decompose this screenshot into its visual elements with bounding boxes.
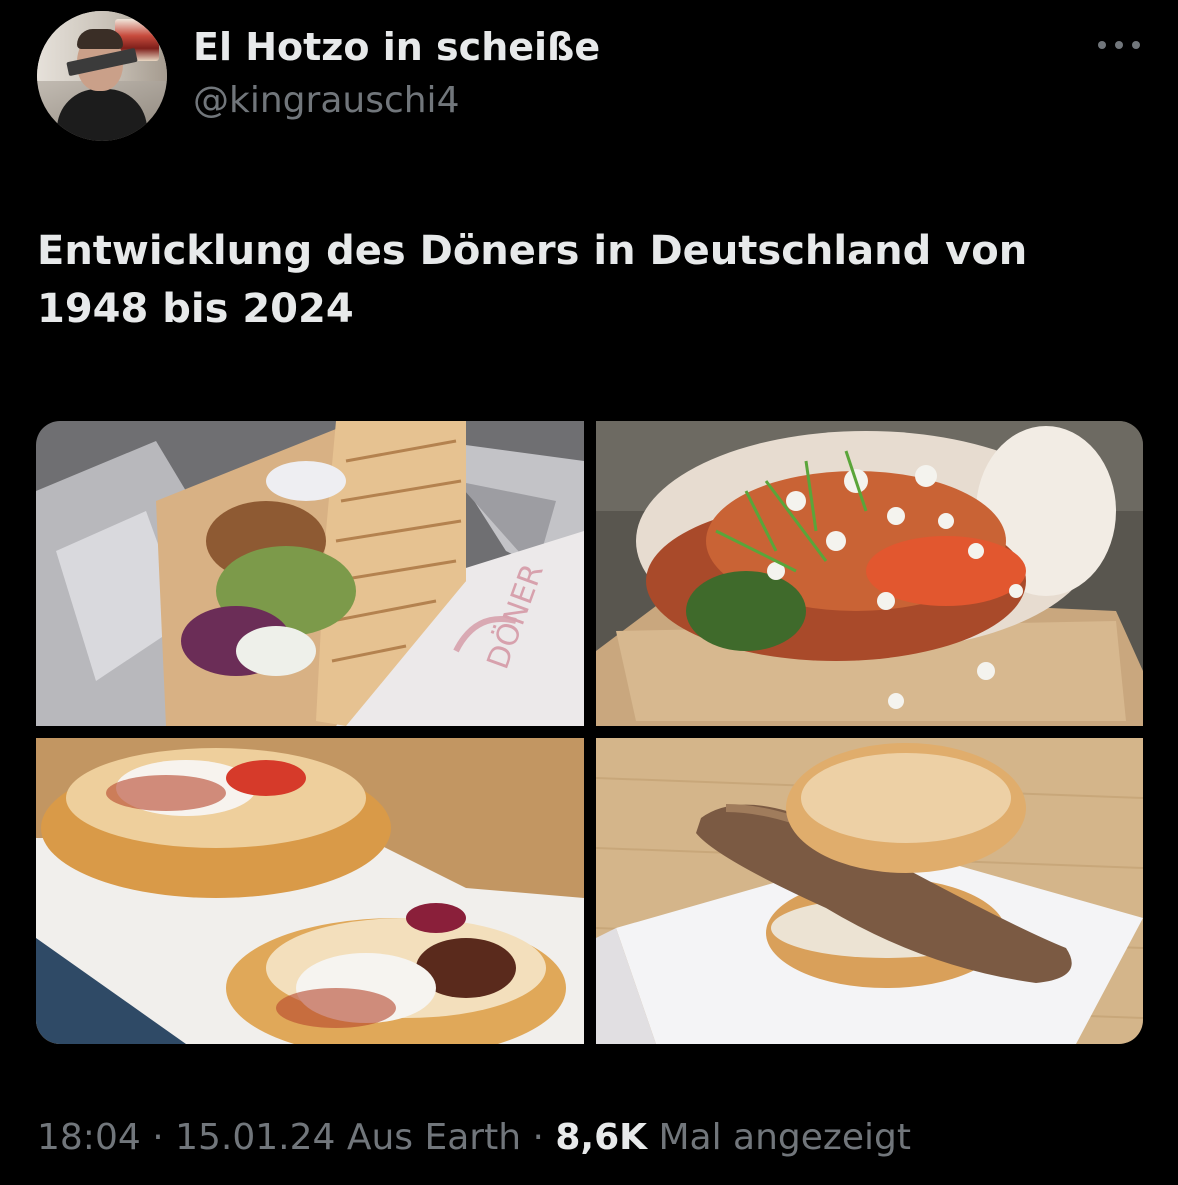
tweet-location: Aus Earth: [335, 1117, 522, 1158]
more-dot: [1098, 41, 1106, 49]
media-photo-4[interactable]: [596, 738, 1143, 1044]
media-grid: DÖNER: [36, 421, 1143, 1044]
avatar-hair: [77, 29, 123, 49]
avatar-shirt: [57, 89, 147, 141]
media-photo-2[interactable]: [596, 421, 1143, 726]
media-photo-1[interactable]: DÖNER: [36, 421, 584, 726]
media-photo-3[interactable]: [36, 738, 584, 1044]
more-icon[interactable]: [1092, 30, 1146, 60]
view-count[interactable]: 8,6K: [555, 1117, 647, 1158]
tweet-date[interactable]: 15.01.24: [175, 1117, 335, 1158]
more-dot: [1132, 41, 1140, 49]
author-display-name[interactable]: El Hotzo in scheiße: [193, 25, 600, 69]
more-dot: [1115, 41, 1123, 49]
tweet-text: Entwicklung des Döners in Deutschland vo…: [37, 228, 1028, 332]
tweet-detail: El Hotzo in scheiße @kingrauschi4 Entwic…: [0, 0, 1178, 1185]
avatar[interactable]: [37, 11, 167, 141]
meta-separator: ·: [140, 1117, 176, 1158]
tweet-time[interactable]: 18:04: [37, 1117, 141, 1158]
author-handle[interactable]: @kingrauschi4: [193, 80, 459, 121]
tweet-meta: 18:04 · 15.01.24 Aus Earth · 8,6K Mal an…: [37, 1117, 911, 1158]
meta-separator: ·: [521, 1117, 556, 1158]
view-count-label: Mal angezeigt: [647, 1117, 911, 1158]
